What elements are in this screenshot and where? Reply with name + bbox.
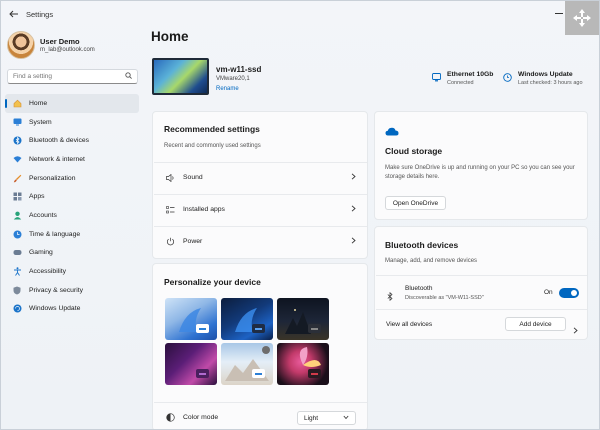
search-icon[interactable] [125,72,132,81]
chevron-right-icon [351,173,356,182]
rename-link[interactable]: Rename [216,86,239,92]
shield-icon [12,285,22,295]
search-box [7,69,138,84]
wallpaper-theme-5[interactable] [221,343,273,385]
sidebar: User Demo m_lab@outlook.com Home System … [1,27,143,429]
nav-item-windows-update[interactable]: Windows Update [5,300,139,319]
chevron-down-icon [343,415,349,422]
bluetooth-toggle-state: On [544,289,553,296]
profile-email: m_lab@outlook.com [40,47,95,53]
personalize-title: Personalize your device [164,277,261,287]
bluetooth-device-subtitle: Discoverable as "VM-W11-SSD" [405,295,484,301]
bluetooth-toggle[interactable] [559,288,579,298]
wifi-icon [12,154,22,164]
bluetooth-card-title: Bluetooth devices [385,240,459,250]
nav-item-system[interactable]: System [5,113,139,132]
cloud-icon [385,123,399,141]
globe-clock-icon [12,229,22,239]
nav-item-time-language[interactable]: Time & language [5,225,139,244]
theme-selected-badge [262,346,270,354]
user-profile[interactable]: User Demo m_lab@outlook.com [7,31,95,59]
theme-color-chip [196,324,209,333]
nav-item-accessibility[interactable]: Accessibility [5,262,139,281]
wallpaper-theme-1[interactable] [165,298,217,340]
settings-window: Settings User Demo m_lab@outlook.com Fin… [0,0,600,430]
status-network[interactable]: Ethernet 10Gb Connected [431,71,493,86]
search-input[interactable] [13,73,121,80]
cloud-storage-card: Cloud storage Make sure OneDrive is up a… [374,111,588,220]
status-windows-update[interactable]: Windows Update Last checked: 3 hours ago [502,71,583,86]
nav-item-accounts[interactable]: Accounts [5,206,139,225]
avatar [7,31,35,59]
chevron-right-icon [351,237,356,246]
nav-item-home[interactable]: Home [5,94,139,113]
theme-color-chip [252,369,265,378]
chevron-right-icon [351,205,356,214]
view-all-devices-link[interactable]: View all devices [386,321,432,328]
wallpaper-theme-2[interactable] [221,298,273,340]
bluetooth-icon [387,288,393,306]
wallpaper-theme-3[interactable] [277,298,329,340]
back-button[interactable] [4,4,24,24]
expand-overlay-button[interactable] [565,1,599,35]
gamepad-icon [12,248,22,258]
bluetooth-icon [12,136,22,146]
system-icon [12,117,22,127]
list-icon [165,205,175,214]
nav-item-privacy-security[interactable]: Privacy & security [5,281,139,300]
power-icon [165,237,175,246]
update-icon [502,72,512,82]
monitor-network-icon [431,72,441,82]
cloud-description: Make sure OneDrive is up and running on … [385,165,575,180]
color-mode-select[interactable]: Light [297,411,356,425]
speaker-icon [165,173,175,182]
open-onedrive-button[interactable]: Open OneDrive [385,196,446,210]
wallpaper-theme-4[interactable] [165,343,217,385]
home-icon [12,98,22,108]
recommended-item-sound[interactable]: Sound [154,162,367,192]
update-icon [12,304,22,314]
app-title: Settings [26,9,54,19]
color-palette-icon [165,413,175,422]
profile-name: User Demo [40,37,80,46]
recommended-item-installed-apps[interactable]: Installed apps [154,194,367,224]
wallpaper-theme-6[interactable] [277,343,329,385]
theme-color-chip [308,324,321,333]
theme-color-chip [252,324,265,333]
nav-item-network[interactable]: Network & internet [5,150,139,169]
page-title: Home [151,29,189,44]
expand-arrows-icon [573,9,591,27]
chevron-right-icon[interactable] [573,321,578,339]
device-name: vm-w11-ssd [216,65,262,74]
brush-icon [12,173,22,183]
personalize-card: Personalize your device Color mode Light [152,263,368,429]
theme-color-chip [196,369,209,378]
nav-list: Home System Bluetooth & devices Network … [5,94,139,318]
bluetooth-card-subtitle: Manage, add, and remove devices [385,258,478,264]
recommended-settings-card: Recommended settings Recent and commonly… [152,111,368,259]
apps-icon [12,192,22,202]
theme-color-chip [308,369,321,378]
recommended-item-power[interactable]: Power [154,226,367,256]
bluetooth-device-title: Bluetooth [405,285,433,292]
title-bar: Settings [1,1,599,27]
minimize-icon [555,13,563,14]
nav-item-apps[interactable]: Apps [5,187,139,206]
view-all-devices-row: View all devices Add device [376,309,587,339]
bluetooth-device-row: Bluetooth Discoverable as "VM-W11-SSD" O… [376,275,587,308]
accounts-icon [12,210,22,220]
nav-item-personalization[interactable]: Personalization [5,169,139,188]
recommended-title: Recommended settings [164,124,260,134]
bluetooth-devices-card: Bluetooth devices Manage, add, and remov… [374,226,588,340]
recommended-subtitle: Recent and commonly used settings [164,143,261,149]
cloud-title: Cloud storage [385,146,443,156]
device-model: VMware20,1 [216,76,250,82]
device-wallpaper-thumbnail [152,58,209,95]
add-device-button[interactable]: Add device [505,317,566,331]
accessibility-icon [12,267,22,277]
back-arrow-icon [9,10,18,18]
toggle-knob [571,290,577,296]
nav-item-gaming[interactable]: Gaming [5,244,139,263]
nav-item-bluetooth[interactable]: Bluetooth & devices [5,131,139,150]
